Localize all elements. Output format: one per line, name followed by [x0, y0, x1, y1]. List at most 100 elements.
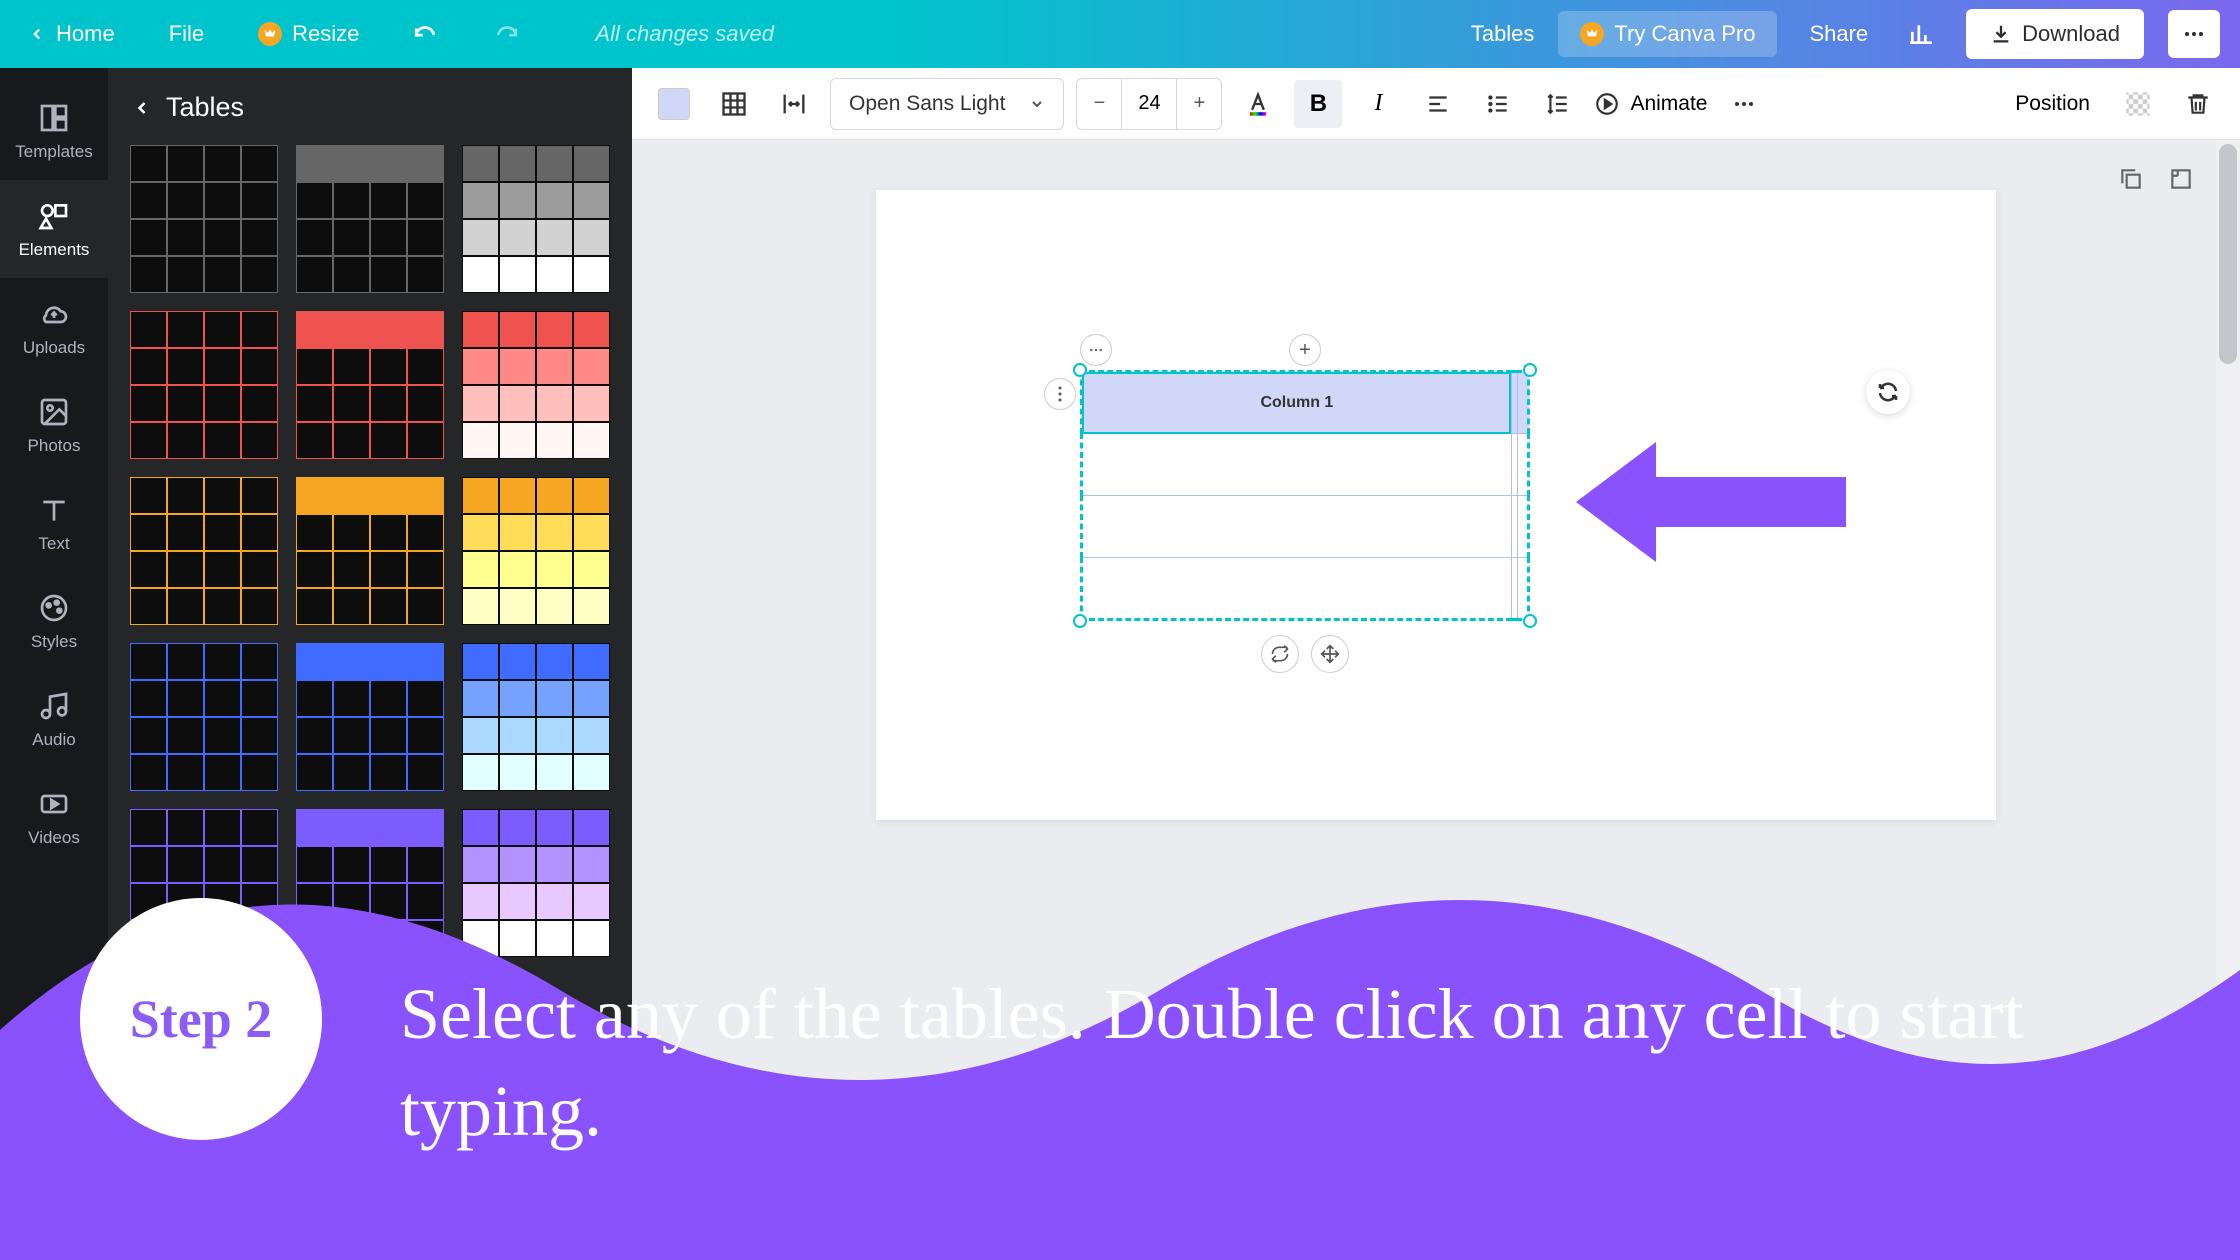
rail-styles[interactable]: Styles	[0, 572, 108, 670]
more-menu-button[interactable]	[2168, 10, 2220, 58]
resize-handle[interactable]	[1523, 614, 1537, 628]
table-cell[interactable]	[1082, 434, 1512, 496]
table-thumbnail[interactable]	[128, 309, 280, 461]
table-more-button[interactable]	[1080, 334, 1112, 366]
save-status: All changes saved	[595, 21, 774, 47]
table-thumbnail[interactable]	[128, 641, 280, 793]
undo-button[interactable]	[405, 15, 447, 53]
table-thumbnail[interactable]	[294, 309, 446, 461]
resize-handle[interactable]	[1073, 363, 1087, 377]
doc-title[interactable]: Tables	[1471, 21, 1535, 47]
italic-button[interactable]: I	[1354, 80, 1402, 128]
table-cell[interactable]	[1517, 434, 1528, 496]
rail-uploads[interactable]: Uploads	[0, 278, 108, 376]
music-icon	[36, 688, 72, 724]
size-increase[interactable]: +	[1177, 92, 1221, 115]
add-page-button[interactable]: + Add	[1409, 1176, 1463, 1200]
table-element[interactable]: + Column 1	[1080, 370, 1530, 621]
move-button[interactable]	[1311, 635, 1349, 673]
list-icon	[1485, 91, 1511, 117]
add-column-button[interactable]: +	[1289, 334, 1321, 366]
table-row[interactable]	[1082, 434, 1529, 496]
top-menubar: Home File Resize All changes saved Table…	[0, 0, 2240, 68]
table-thumbnail[interactable]	[128, 143, 280, 295]
align-button[interactable]	[1414, 80, 1462, 128]
table-thumbnail[interactable]	[128, 475, 280, 627]
size-decrease[interactable]: −	[1077, 92, 1121, 115]
scrollbar[interactable]	[2216, 140, 2240, 1260]
table-row[interactable]	[1082, 558, 1529, 620]
animate-button[interactable]: Animate	[1594, 91, 1707, 117]
table-thumbnail[interactable]	[294, 475, 446, 627]
duplicate-icon[interactable]	[2118, 166, 2144, 192]
table-cell-active[interactable]: Column 1	[1082, 372, 1512, 434]
transparency-icon	[2124, 90, 2152, 118]
main-layout: Templates Elements Uploads Photos Text S…	[0, 68, 2240, 1260]
resize-button[interactable]: Resize	[250, 15, 367, 53]
table-thumbnail[interactable]	[128, 807, 280, 959]
font-size-input[interactable]: 24	[1121, 79, 1177, 129]
home-button[interactable]: Home	[20, 15, 123, 53]
resize-handle[interactable]	[1073, 614, 1087, 628]
file-menu[interactable]: File	[161, 15, 212, 53]
font-dropdown[interactable]: Open Sans Light	[830, 78, 1064, 130]
sidebar-rail: Templates Elements Uploads Photos Text S…	[0, 68, 108, 1260]
line-height-icon	[1545, 91, 1571, 117]
chevron-down-icon	[1029, 96, 1045, 112]
table-thumbnail[interactable]	[294, 143, 446, 295]
canvas-page[interactable]: + Column 1	[876, 190, 1996, 820]
canvas-scroll[interactable]: + Column 1	[632, 140, 2240, 1260]
position-button[interactable]: Position	[2015, 92, 2090, 116]
scrollbar-thumb[interactable]	[2219, 144, 2237, 364]
table-thumbnail[interactable]	[460, 143, 612, 295]
transparency-button[interactable]	[2114, 80, 2162, 128]
delete-button[interactable]	[2174, 80, 2222, 128]
table-thumbnail[interactable]	[460, 475, 612, 627]
redo-button[interactable]	[485, 15, 527, 53]
share-button[interactable]: Share	[1801, 15, 1876, 53]
insights-button[interactable]	[1900, 15, 1942, 53]
table-cell[interactable]	[1517, 496, 1528, 558]
elements-icon	[36, 198, 72, 234]
chevron-left-icon	[28, 25, 46, 43]
line-spacing-button[interactable]	[1534, 80, 1582, 128]
rail-photos[interactable]: Photos	[0, 376, 108, 474]
inserted-table[interactable]: Column 1	[1080, 370, 1530, 621]
spacing-button[interactable]	[770, 80, 818, 128]
context-toolbar: Open Sans Light − 24 + B I Animate Posit…	[632, 68, 2240, 140]
rail-templates[interactable]: Templates	[0, 82, 108, 180]
fill-color-button[interactable]	[650, 80, 698, 128]
sync-button[interactable]	[1261, 635, 1299, 673]
text-color-button[interactable]	[1234, 80, 1282, 128]
chevron-left-icon[interactable]	[132, 98, 152, 118]
tutorial-arrow	[1576, 432, 1846, 572]
table-cell[interactable]	[1517, 372, 1528, 434]
table-row[interactable]: Column 1	[1082, 372, 1529, 434]
table-thumbnail[interactable]	[294, 807, 446, 959]
expand-icon[interactable]	[2168, 166, 2194, 192]
crown-icon	[1580, 22, 1604, 46]
resize-handle[interactable]	[1523, 363, 1537, 377]
rail-audio[interactable]: Audio	[0, 670, 108, 768]
list-button[interactable]	[1474, 80, 1522, 128]
table-thumbnail[interactable]	[294, 641, 446, 793]
table-row[interactable]	[1082, 496, 1529, 558]
rail-elements[interactable]: Elements	[0, 180, 108, 278]
try-pro-button[interactable]: Try Canva Pro	[1558, 11, 1777, 57]
animate-icon	[1594, 91, 1620, 117]
table-thumbnail[interactable]	[460, 641, 612, 793]
rail-text[interactable]: Text	[0, 474, 108, 572]
bold-button[interactable]: B	[1294, 80, 1342, 128]
more-toolbar-button[interactable]	[1720, 80, 1768, 128]
download-button[interactable]: Download	[1966, 9, 2144, 59]
table-thumbnail[interactable]	[460, 807, 612, 959]
table-cell[interactable]	[1082, 558, 1512, 620]
border-button[interactable]	[710, 80, 758, 128]
table-cell[interactable]	[1517, 558, 1528, 620]
rail-videos[interactable]: Videos	[0, 768, 108, 866]
align-icon	[1425, 91, 1451, 117]
table-thumbnail[interactable]	[460, 309, 612, 461]
refresh-button[interactable]	[1866, 370, 1910, 414]
row-more-button[interactable]	[1044, 378, 1076, 410]
table-cell[interactable]	[1082, 496, 1512, 558]
